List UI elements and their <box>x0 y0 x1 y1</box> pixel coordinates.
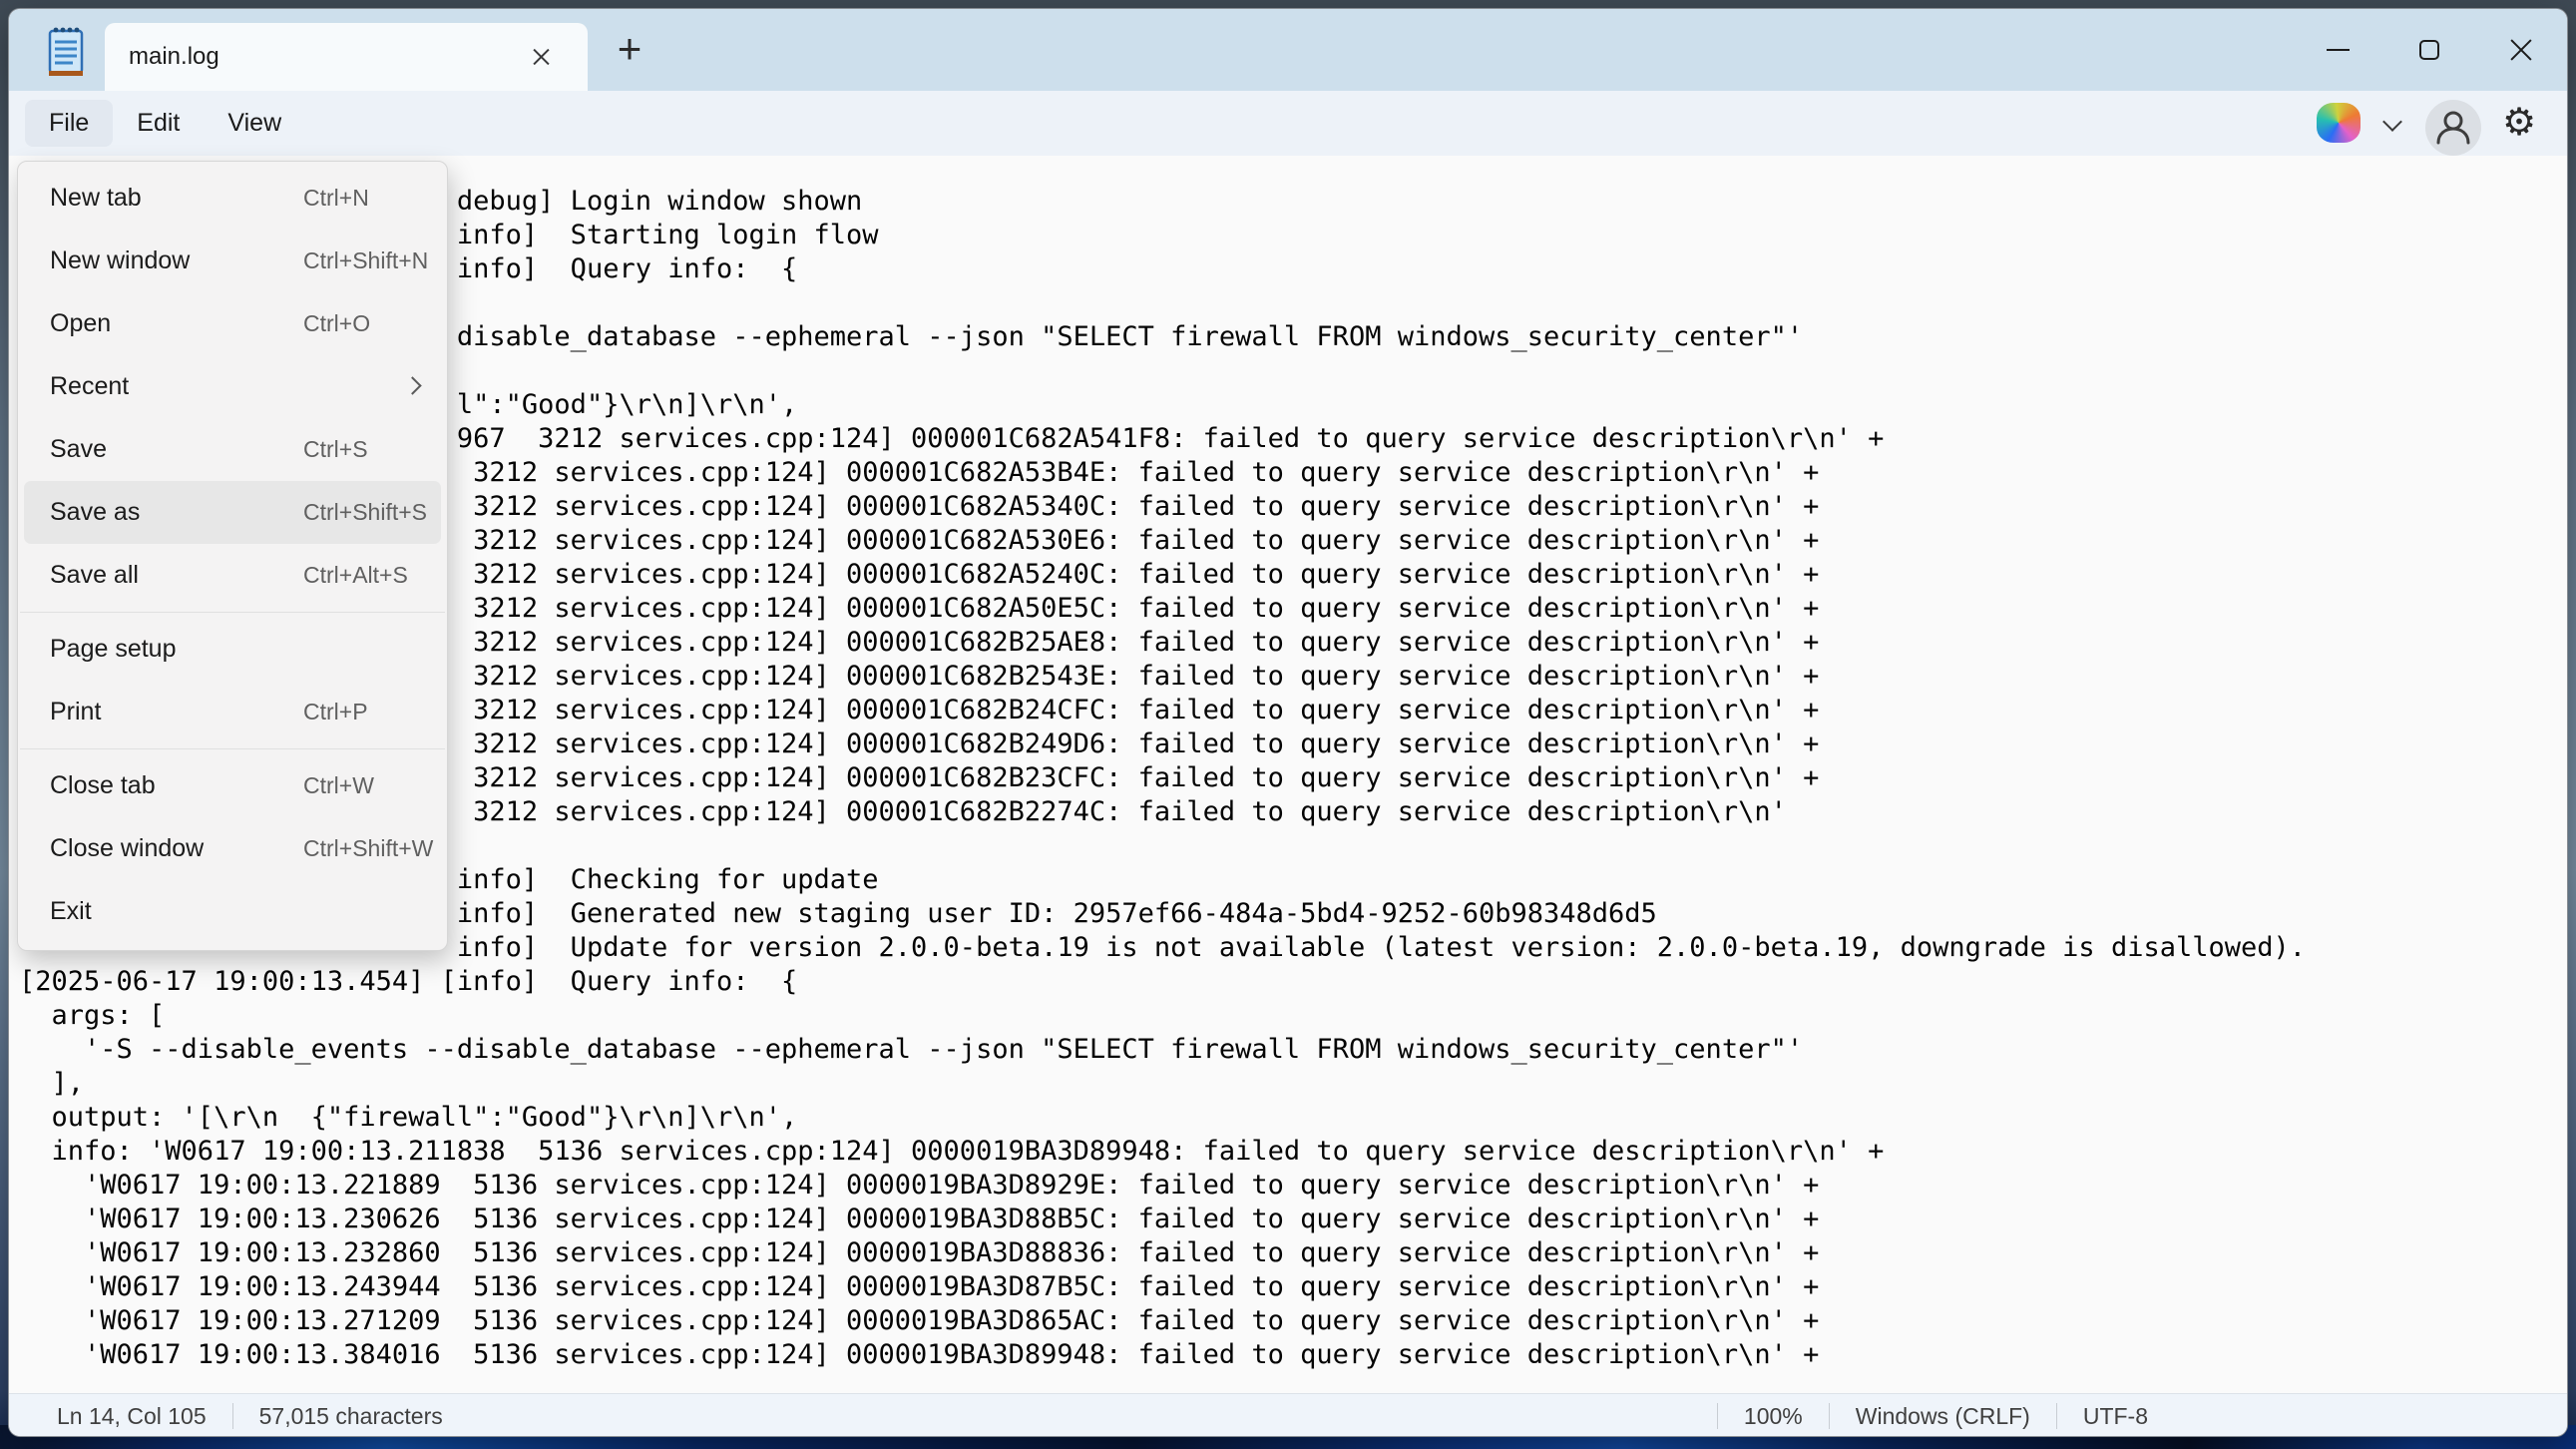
file-menu-popup: New tab Ctrl+N New window Ctrl+Shift+N O… <box>17 161 448 951</box>
menu-separator <box>20 748 445 749</box>
titlebar[interactable]: main.log + <box>9 9 2567 91</box>
chevron-right-icon <box>403 376 421 394</box>
character-count: 57,015 characters <box>259 1403 443 1430</box>
tab-close-icon[interactable] <box>530 45 554 69</box>
menu-item-print[interactable]: Print Ctrl+P <box>24 681 441 743</box>
menu-view[interactable]: View <box>204 100 305 147</box>
account-avatar[interactable] <box>2425 100 2481 161</box>
menu-file[interactable]: File <box>25 100 113 147</box>
tab-main-log[interactable]: main.log <box>105 23 588 91</box>
menu-item-save-as[interactable]: Save as Ctrl+Shift+S <box>24 481 441 544</box>
notepad-app-icon <box>43 24 89 85</box>
statusbar-divider <box>232 1403 233 1429</box>
settings-gear-icon[interactable]: ⚙ <box>2499 99 2539 145</box>
menu-edit[interactable]: Edit <box>113 100 204 147</box>
encoding: UTF-8 <box>2083 1403 2148 1430</box>
maximize-icon <box>2419 40 2439 60</box>
window-controls <box>2314 9 2545 91</box>
statusbar-left: Ln 14, Col 105 57,015 characters <box>9 1403 443 1430</box>
menu-item-save[interactable]: Save Ctrl+S <box>24 418 441 481</box>
menu-item-open[interactable]: Open Ctrl+O <box>24 292 441 355</box>
menu-item-exit[interactable]: Exit <box>24 880 441 943</box>
minimize-button[interactable] <box>2314 26 2361 74</box>
copilot-icon[interactable] <box>2317 103 2361 143</box>
menu-item-page-setup[interactable]: Page setup <box>24 618 441 681</box>
menubar: File Edit View ⚙ <box>9 91 2567 156</box>
menu-item-recent[interactable]: Recent <box>24 355 441 418</box>
zoom-level: 100% <box>1744 1403 1803 1430</box>
close-icon <box>2508 37 2534 63</box>
menu-item-new-tab[interactable]: New tab Ctrl+N <box>24 167 441 230</box>
new-tab-button[interactable]: + <box>608 27 651 71</box>
menu-item-new-window[interactable]: New window Ctrl+Shift+N <box>24 230 441 292</box>
statusbar-divider <box>1829 1403 1830 1429</box>
statusbar-right: 100% Windows (CRLF) UTF-8 <box>1691 1394 2148 1437</box>
statusbar-divider <box>1717 1403 1718 1429</box>
menu-item-save-all[interactable]: Save all Ctrl+Alt+S <box>24 544 441 607</box>
close-button[interactable] <box>2497 26 2545 74</box>
maximize-button[interactable] <box>2405 26 2453 74</box>
desktop: main.log + File Edit View <box>0 0 2576 1449</box>
menu-separator <box>20 612 445 613</box>
statusbar-divider <box>2056 1403 2057 1429</box>
minimize-icon <box>2327 49 2350 51</box>
statusbar: Ln 14, Col 105 57,015 characters 100% Wi… <box>9 1393 2567 1437</box>
line-ending: Windows (CRLF) <box>1856 1403 2030 1430</box>
cursor-position: Ln 14, Col 105 <box>57 1403 207 1430</box>
tab-title: main.log <box>129 43 219 71</box>
menu-item-close-tab[interactable]: Close tab Ctrl+W <box>24 754 441 817</box>
menu-item-close-window[interactable]: Close window Ctrl+Shift+W <box>24 817 441 880</box>
chevron-down-icon[interactable] <box>2382 112 2402 132</box>
notepad-window: main.log + File Edit View <box>8 8 2568 1437</box>
